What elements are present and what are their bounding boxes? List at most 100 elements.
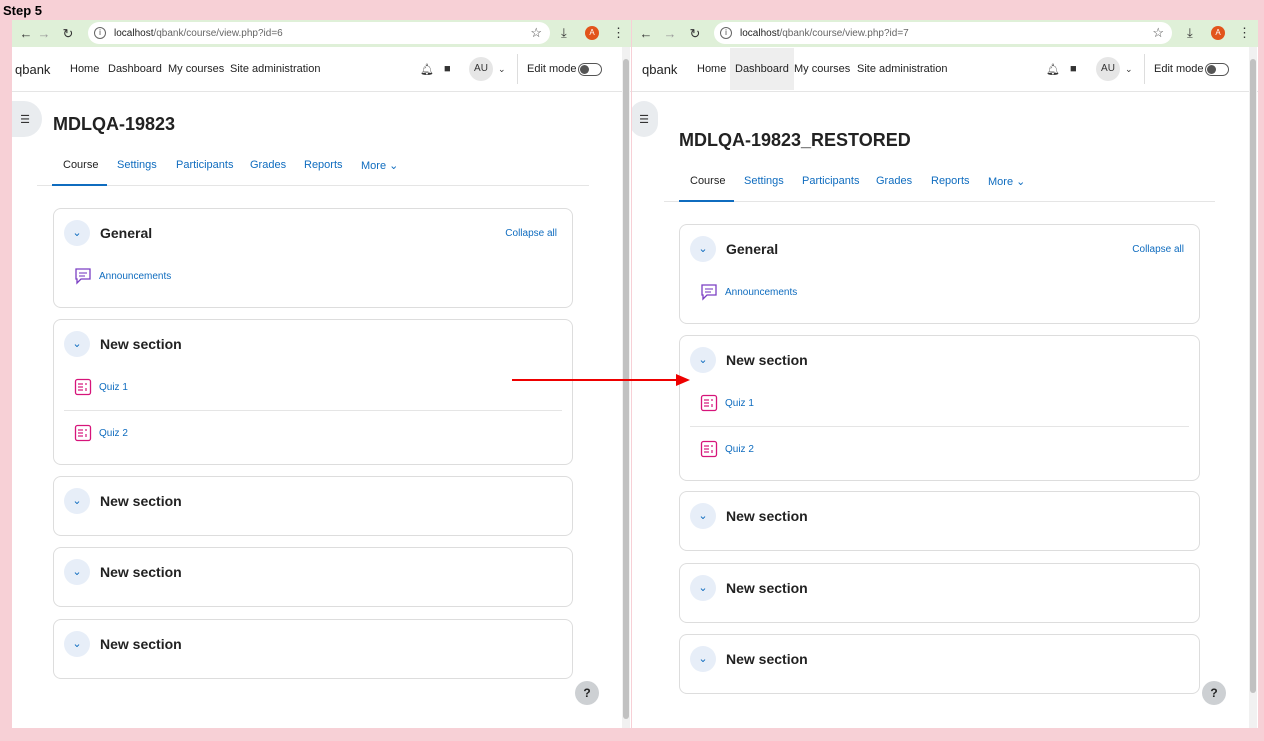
edit-mode-toggle[interactable] [578,63,602,76]
tab-more[interactable]: More ⌄ [361,159,398,172]
tab-participants[interactable]: Participants [802,175,859,187]
user-menu-chevron-icon[interactable]: ⌄ [498,64,506,75]
tab-settings[interactable]: Settings [117,159,157,171]
tab-settings[interactable]: Settings [744,175,784,187]
forum-icon [700,283,718,301]
chevron-down-icon[interactable]: ⌄ [64,631,90,657]
scrollbar-thumb[interactable] [1250,59,1256,693]
activity-name[interactable]: Quiz 2 [99,428,128,439]
collapse-all-link[interactable]: Collapse all [505,228,557,239]
activity-item[interactable]: Announcements [700,283,797,301]
nav-site-administration[interactable]: Site administration [857,63,948,75]
activity-name[interactable]: Announcements [725,287,797,298]
chevron-down-icon[interactable]: ⌄ [690,503,716,529]
tab-more[interactable]: More ⌄ [988,175,1025,188]
download-icon[interactable]: ⤓ [561,25,567,41]
site-brand[interactable]: qbank [642,62,677,77]
edit-mode-toggle[interactable] [1205,63,1229,76]
activity-item[interactable]: Quiz 1 [700,394,754,412]
chevron-down-icon[interactable]: ⌄ [64,488,90,514]
address-bar[interactable]: i localhost/qbank/course/view.php?id=6 ☆ [88,22,550,44]
info-icon[interactable]: i [94,27,106,39]
chevron-down-icon[interactable]: ⌄ [690,575,716,601]
activity-name[interactable]: Announcements [99,271,171,282]
activity-name[interactable]: Quiz 2 [725,444,754,455]
chevron-down-icon[interactable]: ⌄ [64,331,90,357]
tab-reports[interactable]: Reports [304,159,343,171]
scrollbar[interactable] [1249,47,1257,728]
collapse-all-link[interactable]: Collapse all [1132,244,1184,255]
section-title[interactable]: New section [100,493,182,509]
section-title[interactable]: New section [726,651,808,667]
tab-course[interactable]: Course [690,175,725,187]
section-title[interactable]: General [726,241,778,257]
reload-icon[interactable]: ↻ [56,26,80,42]
activity-item[interactable]: Quiz 2 [700,440,754,458]
star-icon[interactable]: ☆ [1152,25,1164,41]
chevron-down-icon[interactable]: ⌄ [690,347,716,373]
bell-icon[interactable]: 🔔︎ [420,63,434,76]
bell-icon[interactable]: 🔔︎ [1046,63,1060,76]
star-icon[interactable]: ☆ [530,25,542,41]
section-title[interactable]: New section [100,336,182,352]
drawer-icon: ☰ [20,113,30,126]
course-index-drawer-button[interactable]: ☰ [632,101,658,137]
nav-dashboard[interactable]: Dashboard [108,63,162,75]
scrollbar[interactable] [622,47,630,728]
nav-my-courses[interactable]: My courses [168,63,224,75]
section-title[interactable]: New section [100,636,182,652]
activity-item[interactable]: Announcements [74,267,171,285]
activity-item[interactable]: Quiz 2 [74,424,128,442]
forward-icon[interactable]: → [658,26,682,41]
info-icon[interactable]: i [720,27,732,39]
activity-name[interactable]: Quiz 1 [725,398,754,409]
quiz-icon [700,440,718,458]
profile-avatar[interactable]: A [585,26,599,40]
section-title[interactable]: New section [726,580,808,596]
tab-reports[interactable]: Reports [931,175,970,187]
chat-icon[interactable]: ■ [1070,63,1077,75]
course-section: ⌄ New section Quiz 1 Quiz 2 [679,335,1200,481]
user-avatar[interactable]: AU [469,57,493,81]
help-button[interactable]: ? [1202,681,1226,705]
chevron-down-icon[interactable]: ⌄ [64,559,90,585]
chevron-down-icon[interactable]: ⌄ [690,646,716,672]
scrollbar-thumb[interactable] [623,59,629,719]
chat-icon[interactable]: ■ [444,63,451,75]
forward-icon[interactable]: → [32,26,56,41]
nav-home[interactable]: Home [70,63,99,75]
user-menu-chevron-icon[interactable]: ⌄ [1125,64,1133,75]
activity-name[interactable]: Quiz 1 [99,382,128,393]
section-title[interactable]: New section [100,564,182,580]
user-avatar[interactable]: AU [1096,57,1120,81]
chevron-down-icon[interactable]: ⌄ [690,236,716,262]
quiz-icon [700,394,718,412]
activity-divider [64,410,562,411]
site-brand[interactable]: qbank [15,62,50,77]
nav-dashboard[interactable]: Dashboard [730,48,794,90]
course-index-drawer-button[interactable]: ☰ [12,101,42,137]
nav-my-courses[interactable]: My courses [794,63,850,75]
profile-avatar[interactable]: A [1211,26,1225,40]
back-icon[interactable]: ← [634,26,658,41]
section-title[interactable]: New section [726,352,808,368]
tab-grades[interactable]: Grades [876,175,912,187]
kebab-icon[interactable]: ⋮ [1238,25,1251,41]
help-button[interactable]: ? [575,681,599,705]
tab-participants[interactable]: Participants [176,159,233,171]
chevron-down-icon[interactable]: ⌄ [64,220,90,246]
kebab-icon[interactable]: ⋮ [612,25,625,41]
course-section: ⌄ General Collapse all Announcements [53,208,573,308]
tab-more-label: More [988,176,1014,188]
nav-site-administration[interactable]: Site administration [230,63,321,75]
nav-home[interactable]: Home [697,63,726,75]
step-label: Step 5 [3,3,43,18]
tab-course[interactable]: Course [63,159,98,171]
section-title[interactable]: New section [726,508,808,524]
activity-item[interactable]: Quiz 1 [74,378,128,396]
download-icon[interactable]: ⤓ [1187,25,1193,41]
address-bar[interactable]: i localhost/qbank/course/view.php?id=7 ☆ [714,22,1172,44]
reload-icon[interactable]: ↻ [683,26,707,42]
section-title[interactable]: General [100,225,152,241]
tab-grades[interactable]: Grades [250,159,286,171]
